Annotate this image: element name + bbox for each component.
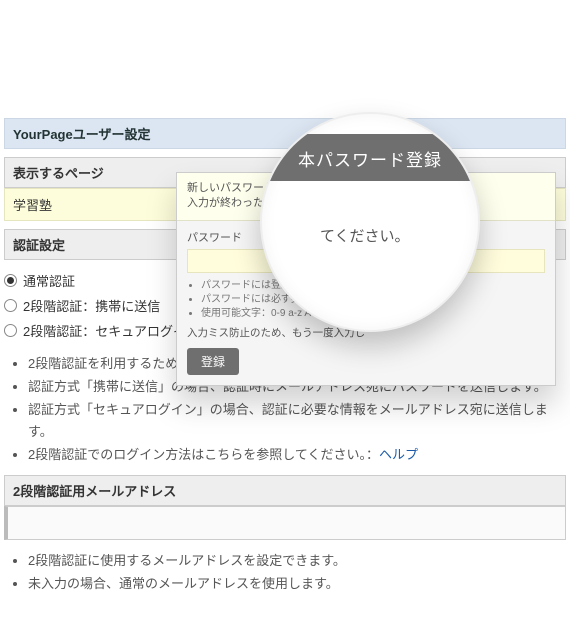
auth-option-label: 通常認証 xyxy=(23,271,75,290)
radio-icon xyxy=(4,299,17,312)
help-link[interactable]: ヘルプ xyxy=(379,447,418,462)
page-title: YourPageユーザー設定 xyxy=(4,118,566,149)
mail-input[interactable] xyxy=(4,506,566,540)
mail-note: 2段階認証に使用するメールアドレスを設定できます。 xyxy=(28,550,566,573)
register-button[interactable]: 登録 xyxy=(187,348,239,375)
mail-note: 未入力の場合、通常のメールアドレスを使用します。 xyxy=(28,573,566,596)
auth-note: 認証方式「セキュアログイン」の場合、認証に必要な情報をメールアドレス宛に送信しま… xyxy=(28,399,566,445)
radio-icon xyxy=(4,274,17,287)
radio-icon xyxy=(4,324,17,337)
magnifier-lens: 本パスワード登録 てください。 xyxy=(260,112,480,332)
section-mail: 2段階認証用メールアドレス xyxy=(4,475,566,506)
auth-option-label: 2段階認証：携帯に送信 xyxy=(23,296,160,315)
auth-help-prefix: 2段階認証でのログイン方法はこちらを参照してください。： xyxy=(28,447,379,462)
mail-notes: 2段階認証に使用するメールアドレスを設定できます。 未入力の場合、通常のメールア… xyxy=(28,550,566,596)
auth-option-label: 2段階認証：セキュアログイン xyxy=(23,321,199,340)
auth-help-line: 2段階認証でのログイン方法はこちらを参照してください。：ヘルプ xyxy=(28,444,566,467)
lens-placeholder-text: てください。 xyxy=(262,181,478,246)
